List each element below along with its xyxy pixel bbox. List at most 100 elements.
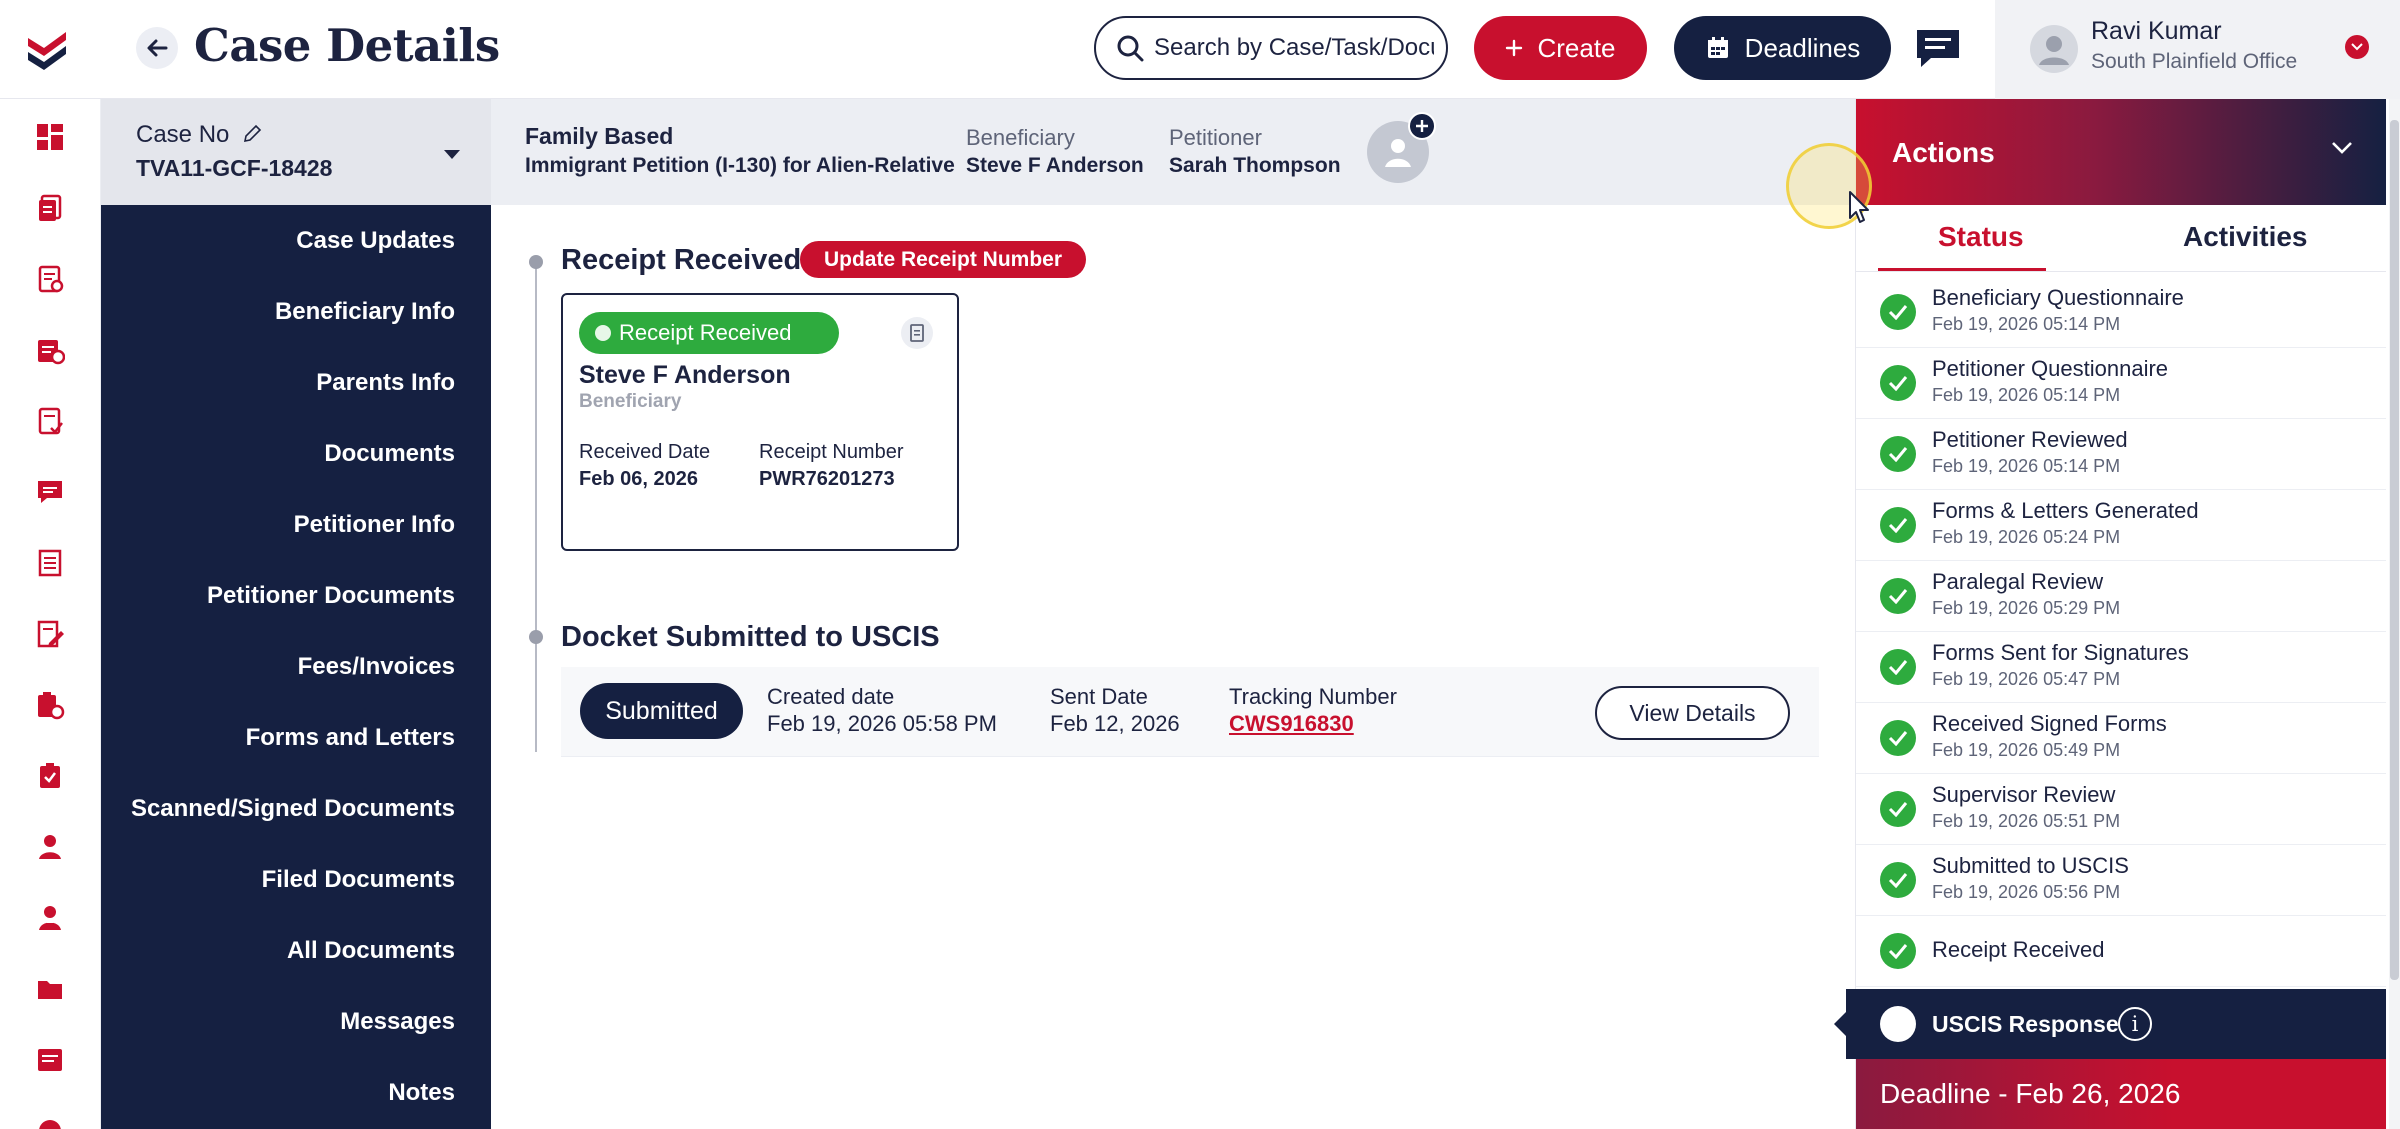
status-item[interactable]: Petitioner Questionnaire Feb 19, 2026 05… (1856, 348, 2386, 419)
case-type-subtitle: Immigrant Petition (I-130) for Alien-Rel… (525, 154, 955, 177)
info-icon[interactable]: i (2118, 1007, 2152, 1041)
deadlines-button[interactable]: Deadlines (1674, 16, 1891, 80)
plus-icon (1416, 120, 1428, 132)
case-side-menu: Case Updates Beneficiary Info Parents In… (101, 205, 491, 1129)
copy-icon[interactable] (901, 317, 933, 349)
note-icon[interactable] (32, 1042, 68, 1078)
view-details-button[interactable]: View Details (1595, 686, 1790, 740)
menu-parents-info[interactable]: Parents Info (316, 369, 455, 397)
add-contact-button[interactable] (1408, 112, 1436, 140)
menu-forms-and-letters[interactable]: Forms and Letters (246, 724, 455, 752)
plus-icon (1506, 39, 1523, 57)
edit-document-icon[interactable] (32, 616, 68, 652)
status-dot-icon (595, 325, 611, 341)
search-box[interactable] (1094, 16, 1448, 80)
tracking-number-label: Tracking Number (1229, 684, 1397, 709)
checklist-icon[interactable] (32, 758, 68, 794)
timeline-dot (529, 255, 543, 269)
app-logo-icon[interactable] (22, 24, 72, 74)
ledger-icon[interactable] (32, 545, 68, 581)
case-header: Case No TVA11-GCF-18428 Family Based Imm… (101, 99, 1855, 205)
pending-circle-icon (1880, 1006, 1916, 1042)
status-item[interactable]: Supervisor Review Feb 19, 2026 05:51 PM (1856, 774, 2386, 845)
calendar-case-icon[interactable] (32, 332, 68, 368)
receipt-number-label: Receipt Number (759, 441, 904, 463)
menu-case-updates[interactable]: Case Updates (296, 227, 455, 255)
messages-icon[interactable] (32, 474, 68, 510)
actions-header[interactable]: Actions (1856, 99, 2386, 205)
timeline-dot (529, 630, 543, 644)
update-receipt-number-button[interactable]: Update Receipt Number (800, 241, 1086, 278)
menu-fees-invoices[interactable]: Fees/Invoices (298, 653, 455, 681)
menu-documents[interactable]: Documents (324, 440, 455, 468)
dashboard-icon[interactable] (32, 119, 68, 155)
case-details-page: Case Details Create Deadlines Ravi Kumar… (0, 0, 2400, 1129)
case-no-label: Case No (136, 121, 262, 149)
status-name: Petitioner Questionnaire (1932, 356, 2169, 381)
create-button[interactable]: Create (1474, 16, 1647, 80)
status-name: Forms & Letters Generated (1932, 498, 2199, 523)
tab-activities[interactable]: Activities (2183, 221, 2308, 253)
tab-status[interactable]: Status (1938, 221, 2024, 253)
status-name: Supervisor Review (1932, 782, 2116, 807)
menu-petitioner-info[interactable]: Petitioner Info (294, 511, 455, 539)
receipt-beneficiary-name: Steve F Anderson (579, 361, 791, 389)
chevron-down-icon[interactable] (2345, 35, 2369, 59)
menu-notes[interactable]: Notes (388, 1079, 455, 1107)
folder-icon[interactable] (32, 971, 68, 1007)
mouse-pointer-icon (1849, 191, 1869, 223)
scrollbar-thumb[interactable] (2390, 120, 2399, 980)
status-item[interactable]: Submitted to USCIS Feb 19, 2026 05:56 PM (1856, 845, 2386, 916)
status-date: Feb 19, 2026 05:29 PM (1932, 598, 2121, 618)
case-selector[interactable]: Case No TVA11-GCF-18428 (101, 99, 491, 205)
status-item[interactable]: Forms Sent for Signatures Feb 19, 2026 0… (1856, 632, 2386, 703)
status-item[interactable]: Paralegal Review Feb 19, 2026 05:29 PM (1856, 561, 2386, 632)
user-menu[interactable]: Ravi Kumar South Plainfield Office (1995, 0, 2400, 99)
receipt-status-badge: Receipt Received (579, 312, 839, 354)
person-icon[interactable] (32, 829, 68, 865)
status-item[interactable]: Beneficiary Questionnaire Feb 19, 2026 0… (1856, 277, 2386, 348)
received-date-label: Received Date (579, 441, 711, 463)
back-button[interactable] (136, 27, 178, 69)
chat-icon[interactable] (1913, 26, 1963, 70)
check-circle-icon (1880, 862, 1916, 898)
sent-date-value: Feb 12, 2026 (1050, 711, 1180, 736)
status-name: Submitted to USCIS (1932, 853, 2129, 878)
receipt-number-value: PWR76201273 (759, 468, 895, 490)
tabs-divider (1856, 271, 2386, 272)
menu-all-documents[interactable]: All Documents (287, 937, 455, 965)
person-avatar-icon (1385, 139, 1411, 167)
pencil-icon[interactable] (242, 124, 262, 144)
status-item[interactable]: Received Signed Forms Feb 19, 2026 05:49… (1856, 703, 2386, 774)
case-list-icon[interactable] (32, 261, 68, 297)
status-name: Petitioner Reviewed (1932, 427, 2128, 452)
status-item[interactable]: Petitioner Reviewed Feb 19, 2026 05:14 P… (1856, 419, 2386, 490)
status-item[interactable]: Forms & Letters Generated Feb 19, 2026 0… (1856, 490, 2386, 561)
check-circle-icon (1880, 365, 1916, 401)
beneficiary-label: Beneficiary (966, 125, 1075, 150)
menu-petitioner-documents[interactable]: Petitioner Documents (207, 582, 455, 610)
menu-filed-documents[interactable]: Filed Documents (262, 866, 455, 894)
caret-down-icon[interactable] (443, 149, 461, 161)
clipboard-icon[interactable] (32, 687, 68, 723)
status-item[interactable]: Receipt Received (1856, 916, 2386, 987)
cases-icon[interactable] (32, 190, 68, 226)
user-name: Ravi Kumar (2091, 17, 2222, 45)
menu-beneficiary-info[interactable]: Beneficiary Info (275, 298, 455, 326)
people-icon[interactable] (32, 900, 68, 936)
status-date: Feb 19, 2026 05:14 PM (1932, 385, 2121, 405)
search-input[interactable] (1154, 34, 1434, 62)
uscis-response-item[interactable]: USCIS Response i (1834, 989, 2386, 1059)
menu-messages[interactable]: Messages (340, 1008, 455, 1036)
check-circle-icon (1880, 791, 1916, 827)
search-icon (1117, 35, 1144, 62)
tracking-number-link[interactable]: CWS916830 (1229, 711, 1354, 737)
timeline-line (535, 262, 537, 752)
menu-scanned-signed-documents[interactable]: Scanned/Signed Documents (131, 795, 455, 823)
tasks-icon[interactable] (32, 403, 68, 439)
chevron-down-icon[interactable] (2331, 141, 2353, 155)
received-date-value: Feb 06, 2026 (579, 468, 698, 490)
petitioner-label: Petitioner (1169, 125, 1262, 150)
sent-date-label: Sent Date (1050, 684, 1148, 709)
globe-icon[interactable] (32, 1113, 68, 1129)
